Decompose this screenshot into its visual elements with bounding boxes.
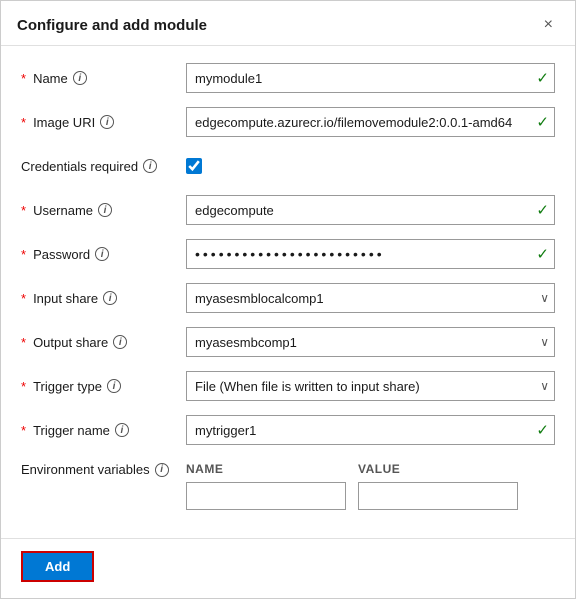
name-label: * Name i <box>21 71 186 86</box>
name-row: * Name i ✓ <box>21 62 555 94</box>
name-input[interactable] <box>186 63 555 93</box>
trigger-name-required-star: * <box>21 423 26 438</box>
close-button[interactable]: × <box>538 15 559 35</box>
username-input-wrap: ✓ <box>186 195 555 225</box>
output-share-required-star: * <box>21 335 26 350</box>
input-share-select-wrap: myasesmblocalcomp1 ∨ <box>186 283 555 313</box>
dialog-header: Configure and add module × <box>1 1 575 46</box>
password-input-wrap: ✓ <box>186 239 555 269</box>
password-info-icon: i <box>95 247 109 261</box>
output-share-row: * Output share i myasesmbcomp1 ∨ <box>21 326 555 358</box>
password-required-star: * <box>21 247 26 262</box>
trigger-name-input[interactable] <box>186 415 555 445</box>
env-name-col-header: NAME <box>186 462 346 476</box>
trigger-name-label: * Trigger name i <box>21 423 186 438</box>
credentials-info-icon: i <box>143 159 157 173</box>
input-share-label: * Input share i <box>21 291 186 306</box>
trigger-name-row: * Trigger name i ✓ <box>21 414 555 446</box>
password-input[interactable] <box>186 239 555 269</box>
trigger-name-info-icon: i <box>115 423 129 437</box>
name-label-text: Name <box>33 71 68 86</box>
env-variables-row: Environment variables i NAME VALUE <box>21 458 555 510</box>
trigger-type-row: * Trigger type i File (When file is writ… <box>21 370 555 402</box>
input-share-row: * Input share i myasesmblocalcomp1 ∨ <box>21 282 555 314</box>
env-variables-label-text: Environment variables <box>21 462 150 477</box>
image-uri-label-text: Image URI <box>33 115 95 130</box>
username-label: * Username i <box>21 203 186 218</box>
dialog-title: Configure and add module <box>17 17 207 34</box>
trigger-type-label-text: Trigger type <box>33 379 102 394</box>
env-header-row: NAME VALUE <box>186 462 518 476</box>
credentials-checkbox[interactable] <box>186 158 202 174</box>
password-row: * Password i ✓ <box>21 238 555 270</box>
env-name-input[interactable] <box>186 482 346 510</box>
dialog-body: * Name i ✓ * Image URI i ✓ Cre <box>1 46 575 538</box>
credentials-checkbox-wrap <box>186 158 555 174</box>
trigger-name-input-wrap: ✓ <box>186 415 555 445</box>
trigger-name-label-text: Trigger name <box>33 423 110 438</box>
output-share-info-icon: i <box>113 335 127 349</box>
dialog-footer: Add <box>1 538 575 598</box>
output-share-label-text: Output share <box>33 335 108 350</box>
username-input[interactable] <box>186 195 555 225</box>
username-label-text: Username <box>33 203 93 218</box>
name-input-wrap: ✓ <box>186 63 555 93</box>
output-share-label: * Output share i <box>21 335 186 350</box>
username-info-icon: i <box>98 203 112 217</box>
trigger-type-select-wrap: File (When file is written to input shar… <box>186 371 555 401</box>
trigger-type-info-icon: i <box>107 379 121 393</box>
trigger-type-select[interactable]: File (When file is written to input shar… <box>186 371 555 401</box>
trigger-type-required-star: * <box>21 379 26 394</box>
image-uri-info-icon: i <box>100 115 114 129</box>
env-inputs-row <box>186 482 518 510</box>
image-uri-input-wrap: ✓ <box>186 107 555 137</box>
input-share-required-star: * <box>21 291 26 306</box>
env-variables-label: Environment variables i <box>21 458 186 477</box>
trigger-type-label: * Trigger type i <box>21 379 186 394</box>
add-button[interactable]: Add <box>21 551 94 582</box>
credentials-label: Credentials required i <box>21 159 186 174</box>
env-value-col-header: VALUE <box>358 462 518 476</box>
name-info-icon: i <box>73 71 87 85</box>
env-variables-info-icon: i <box>155 463 169 477</box>
env-section: NAME VALUE <box>186 462 518 510</box>
image-uri-label: * Image URI i <box>21 115 186 130</box>
input-share-select[interactable]: myasesmblocalcomp1 <box>186 283 555 313</box>
env-value-input[interactable] <box>358 482 518 510</box>
credentials-row: Credentials required i <box>21 150 555 182</box>
configure-module-dialog: Configure and add module × * Name i ✓ * … <box>0 0 576 599</box>
image-uri-input[interactable] <box>186 107 555 137</box>
name-required-star: * <box>21 71 26 86</box>
input-share-label-text: Input share <box>33 291 98 306</box>
input-share-info-icon: i <box>103 291 117 305</box>
image-uri-row: * Image URI i ✓ <box>21 106 555 138</box>
username-required-star: * <box>21 203 26 218</box>
password-label-text: Password <box>33 247 90 262</box>
output-share-select[interactable]: myasesmbcomp1 <box>186 327 555 357</box>
username-row: * Username i ✓ <box>21 194 555 226</box>
password-label: * Password i <box>21 247 186 262</box>
output-share-select-wrap: myasesmbcomp1 ∨ <box>186 327 555 357</box>
image-uri-required-star: * <box>21 115 26 130</box>
credentials-label-text: Credentials required <box>21 159 138 174</box>
